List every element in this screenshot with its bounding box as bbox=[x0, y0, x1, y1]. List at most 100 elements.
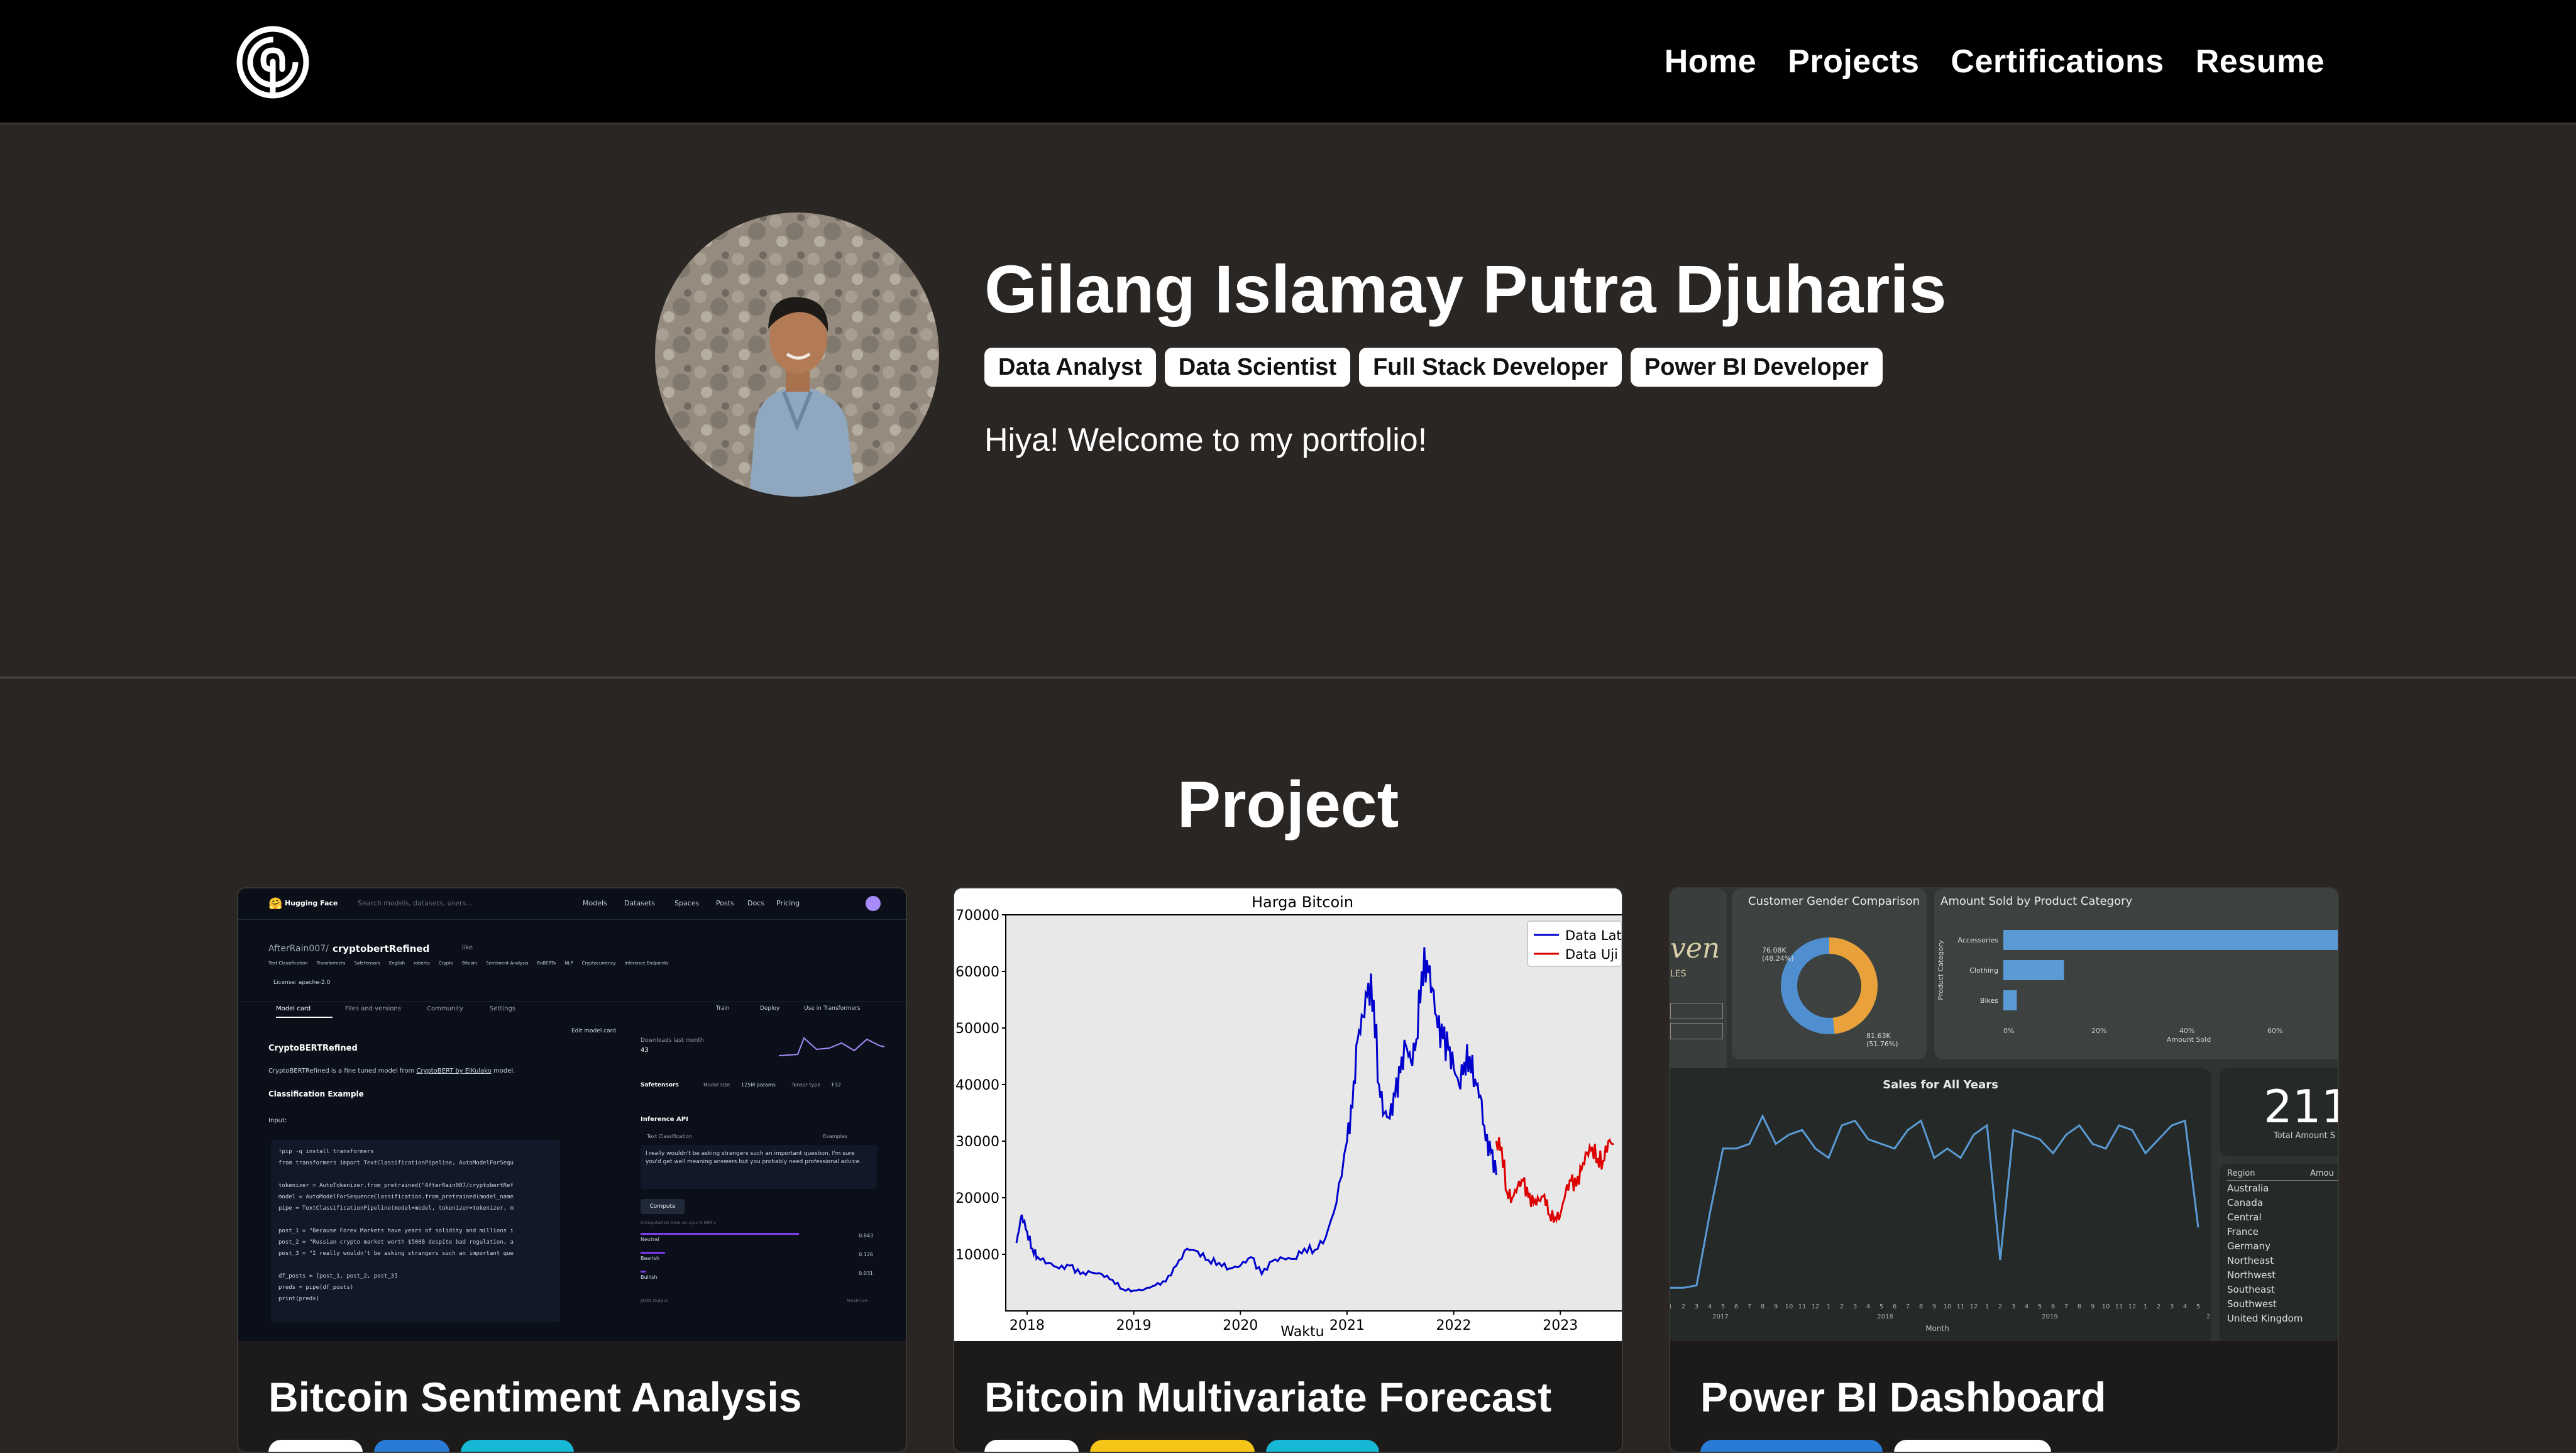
huggingface-screenshot: 🤗 Hugging Face Search models, datasets, … bbox=[238, 888, 906, 1341]
tech-badges bbox=[984, 1440, 1379, 1452]
code-line: from transformers import TextClassificat… bbox=[278, 1160, 514, 1166]
hf-user-avatar bbox=[866, 896, 881, 911]
bar-chart: Accessories Clothing Bikes 0% 20% 40% 60% Amoun… bbox=[1937, 930, 2338, 1044]
hf-tags-row: Text Classification Transformers Safetenso… bbox=[268, 961, 668, 966]
y-tick-label: 40000 bbox=[955, 1078, 999, 1093]
hf-model-size: 125M params bbox=[741, 1082, 776, 1088]
hf-result-label: Neutral bbox=[641, 1237, 659, 1242]
hf-tag: RoBERTa bbox=[537, 961, 556, 966]
tech-badge bbox=[268, 1440, 363, 1452]
hf-menu-item: Pricing bbox=[776, 899, 800, 907]
x-tick-label: 40% bbox=[2179, 1027, 2194, 1035]
x-tick-label: 9 bbox=[1932, 1303, 1936, 1310]
x-tick-label: 0% bbox=[2003, 1027, 2014, 1035]
x-tick-label: 6 bbox=[1893, 1303, 1896, 1310]
hf-repo-name: cryptobertRefined bbox=[333, 943, 430, 954]
pbi-sales-title: Sales for All Years bbox=[1883, 1078, 1998, 1091]
hf-downloads-label: Downloads last month bbox=[641, 1037, 704, 1044]
project-thumbnail[interactable]: Harga Bitcoin Waktu 10000 20000 30000 40000 50… bbox=[954, 888, 1622, 1341]
pbi-brand-panel bbox=[1670, 888, 1727, 1077]
year-label: 2018 bbox=[1877, 1313, 1893, 1320]
year-label: 2020 bbox=[2206, 1313, 2211, 1320]
role-tag: Power BI Developer bbox=[1630, 348, 1883, 387]
hf-results: Neutral 0.843 Bearish 0.126 Bullish 0.031 bbox=[641, 1233, 873, 1290]
hf-tab: Settings bbox=[490, 1005, 516, 1012]
hf-edit-card: Edit model card bbox=[571, 1028, 616, 1034]
x-tick-label: 2 bbox=[1682, 1303, 1685, 1310]
y-tick-label: 30000 bbox=[955, 1134, 999, 1150]
project-thumbnail[interactable]: 🤗 Hugging Face Search models, datasets, … bbox=[238, 888, 906, 1341]
pbi-region-row: Australia bbox=[2227, 1183, 2269, 1194]
pbi-brand-fragment: ven bbox=[1670, 932, 1720, 964]
hf-result-row: Bullish 0.031 bbox=[641, 1271, 873, 1290]
pbi-region-row: United Kingdom bbox=[2227, 1313, 2303, 1324]
x-tick-label: 10 bbox=[1944, 1303, 1952, 1310]
role-tag: Full Stack Developer bbox=[1359, 348, 1622, 387]
pbi-slicer bbox=[1670, 1023, 1723, 1039]
bar bbox=[2003, 990, 2017, 1010]
nav-projects-link[interactable]: Projects bbox=[1788, 39, 1919, 84]
x-tick-label: 3 bbox=[1695, 1303, 1698, 1310]
hf-tensor-type-label: Tensor type bbox=[791, 1082, 821, 1088]
x-axis-label: Month bbox=[1925, 1324, 1949, 1333]
nav-resume-link[interactable]: Resume bbox=[2196, 39, 2325, 84]
x-tick-label: 5 bbox=[2196, 1303, 2200, 1310]
slice-label: (48.24%) bbox=[1762, 954, 1794, 963]
hf-result-label: Bullish bbox=[641, 1274, 658, 1280]
code-line: df_posts = [post_1, post_2, post_3] bbox=[278, 1273, 398, 1279]
y-tick-label: 60000 bbox=[955, 964, 999, 980]
hf-action: Use in Transformers bbox=[804, 1005, 861, 1012]
hf-maximize: Maximize bbox=[847, 1298, 868, 1303]
hf-result-score: 0.126 bbox=[859, 1252, 873, 1257]
x-tick-label: 9 bbox=[1774, 1303, 1778, 1310]
pbi-region-row: France bbox=[2227, 1226, 2259, 1237]
project-title[interactable]: Bitcoin Multivariate Forecast bbox=[984, 1369, 1551, 1425]
hf-inference-api: Inference API bbox=[641, 1116, 688, 1123]
x-tick-label: 4 bbox=[1708, 1303, 1712, 1310]
project-title[interactable]: Power BI Dashboard bbox=[1700, 1369, 2106, 1425]
hf-menu-item: Posts bbox=[716, 899, 734, 907]
legend-label: Data Uji bbox=[1565, 947, 1618, 962]
hf-tag: Inference Endpoints bbox=[624, 961, 669, 966]
hf-heading: CryptoBERTRefined bbox=[268, 1044, 358, 1053]
x-tick-label: 8 bbox=[1761, 1303, 1764, 1310]
x-tick-label: 8 bbox=[2078, 1303, 2081, 1310]
project-card-powerbi[interactable]: ven LES Customer Gender Comparison 76.08… bbox=[1669, 887, 2339, 1453]
x-tick-label: 1 bbox=[1670, 1303, 1672, 1310]
x-tick-label: 8 bbox=[1919, 1303, 1923, 1310]
nav-home-link[interactable]: Home bbox=[1665, 39, 1756, 84]
pbi-region-list: Australia Canada Central France Germany North… bbox=[2227, 1181, 2303, 1326]
pbi-region-row: Canada bbox=[2227, 1197, 2264, 1208]
year-label: 2017 bbox=[1712, 1313, 1728, 1320]
hf-tag: Safetensors bbox=[354, 961, 380, 966]
x-tick-label: 12 bbox=[1970, 1303, 1978, 1310]
x-tick-label: 2023 bbox=[1543, 1318, 1578, 1334]
hf-downloads-value: 43 bbox=[641, 1047, 649, 1054]
x-tick-label: 10 bbox=[1785, 1303, 1793, 1310]
role-tags: Data Analyst Data Scientist Full Stack D… bbox=[984, 348, 1883, 387]
hf-repo-owner: AfterRain007/ bbox=[268, 944, 329, 954]
x-tick-label: 3 bbox=[2170, 1303, 2174, 1310]
hf-logo-icon: 🤗 bbox=[268, 897, 283, 910]
nav-certifications-link[interactable]: Certifications bbox=[1951, 39, 2164, 84]
project-title[interactable]: Bitcoin Sentiment Analysis bbox=[268, 1369, 801, 1425]
hf-task-label: Text Classification bbox=[647, 1134, 692, 1139]
hf-result-bar bbox=[641, 1233, 799, 1235]
hf-downloads-sparkline bbox=[779, 1037, 885, 1056]
tech-badges bbox=[1700, 1440, 2051, 1452]
x-tick-label: 2018 bbox=[1010, 1318, 1045, 1334]
y-tick-label: 70000 bbox=[955, 908, 999, 924]
hf-topbar bbox=[238, 888, 906, 920]
chart-title: Harga Bitcoin bbox=[1252, 893, 1353, 911]
hf-tab: Files and versions bbox=[345, 1005, 401, 1012]
x-tick-label: 7 bbox=[2064, 1303, 2068, 1310]
site-logo-icon[interactable] bbox=[236, 25, 310, 99]
project-card-forecast[interactable]: Harga Bitcoin Waktu 10000 20000 30000 40000 50… bbox=[953, 887, 1623, 1453]
hf-tag: English bbox=[388, 961, 405, 966]
project-thumbnail[interactable]: ven LES Customer Gender Comparison 76.08… bbox=[1670, 888, 2338, 1341]
project-card-sentiment[interactable]: 🤗 Hugging Face Search models, datasets, … bbox=[237, 887, 907, 1453]
hf-action: Deploy bbox=[760, 1005, 780, 1012]
x-tick-label: 2021 bbox=[1329, 1318, 1365, 1334]
pbi-region-row: Southwest bbox=[2227, 1298, 2277, 1310]
x-tick-label: 6 bbox=[1734, 1303, 1738, 1310]
